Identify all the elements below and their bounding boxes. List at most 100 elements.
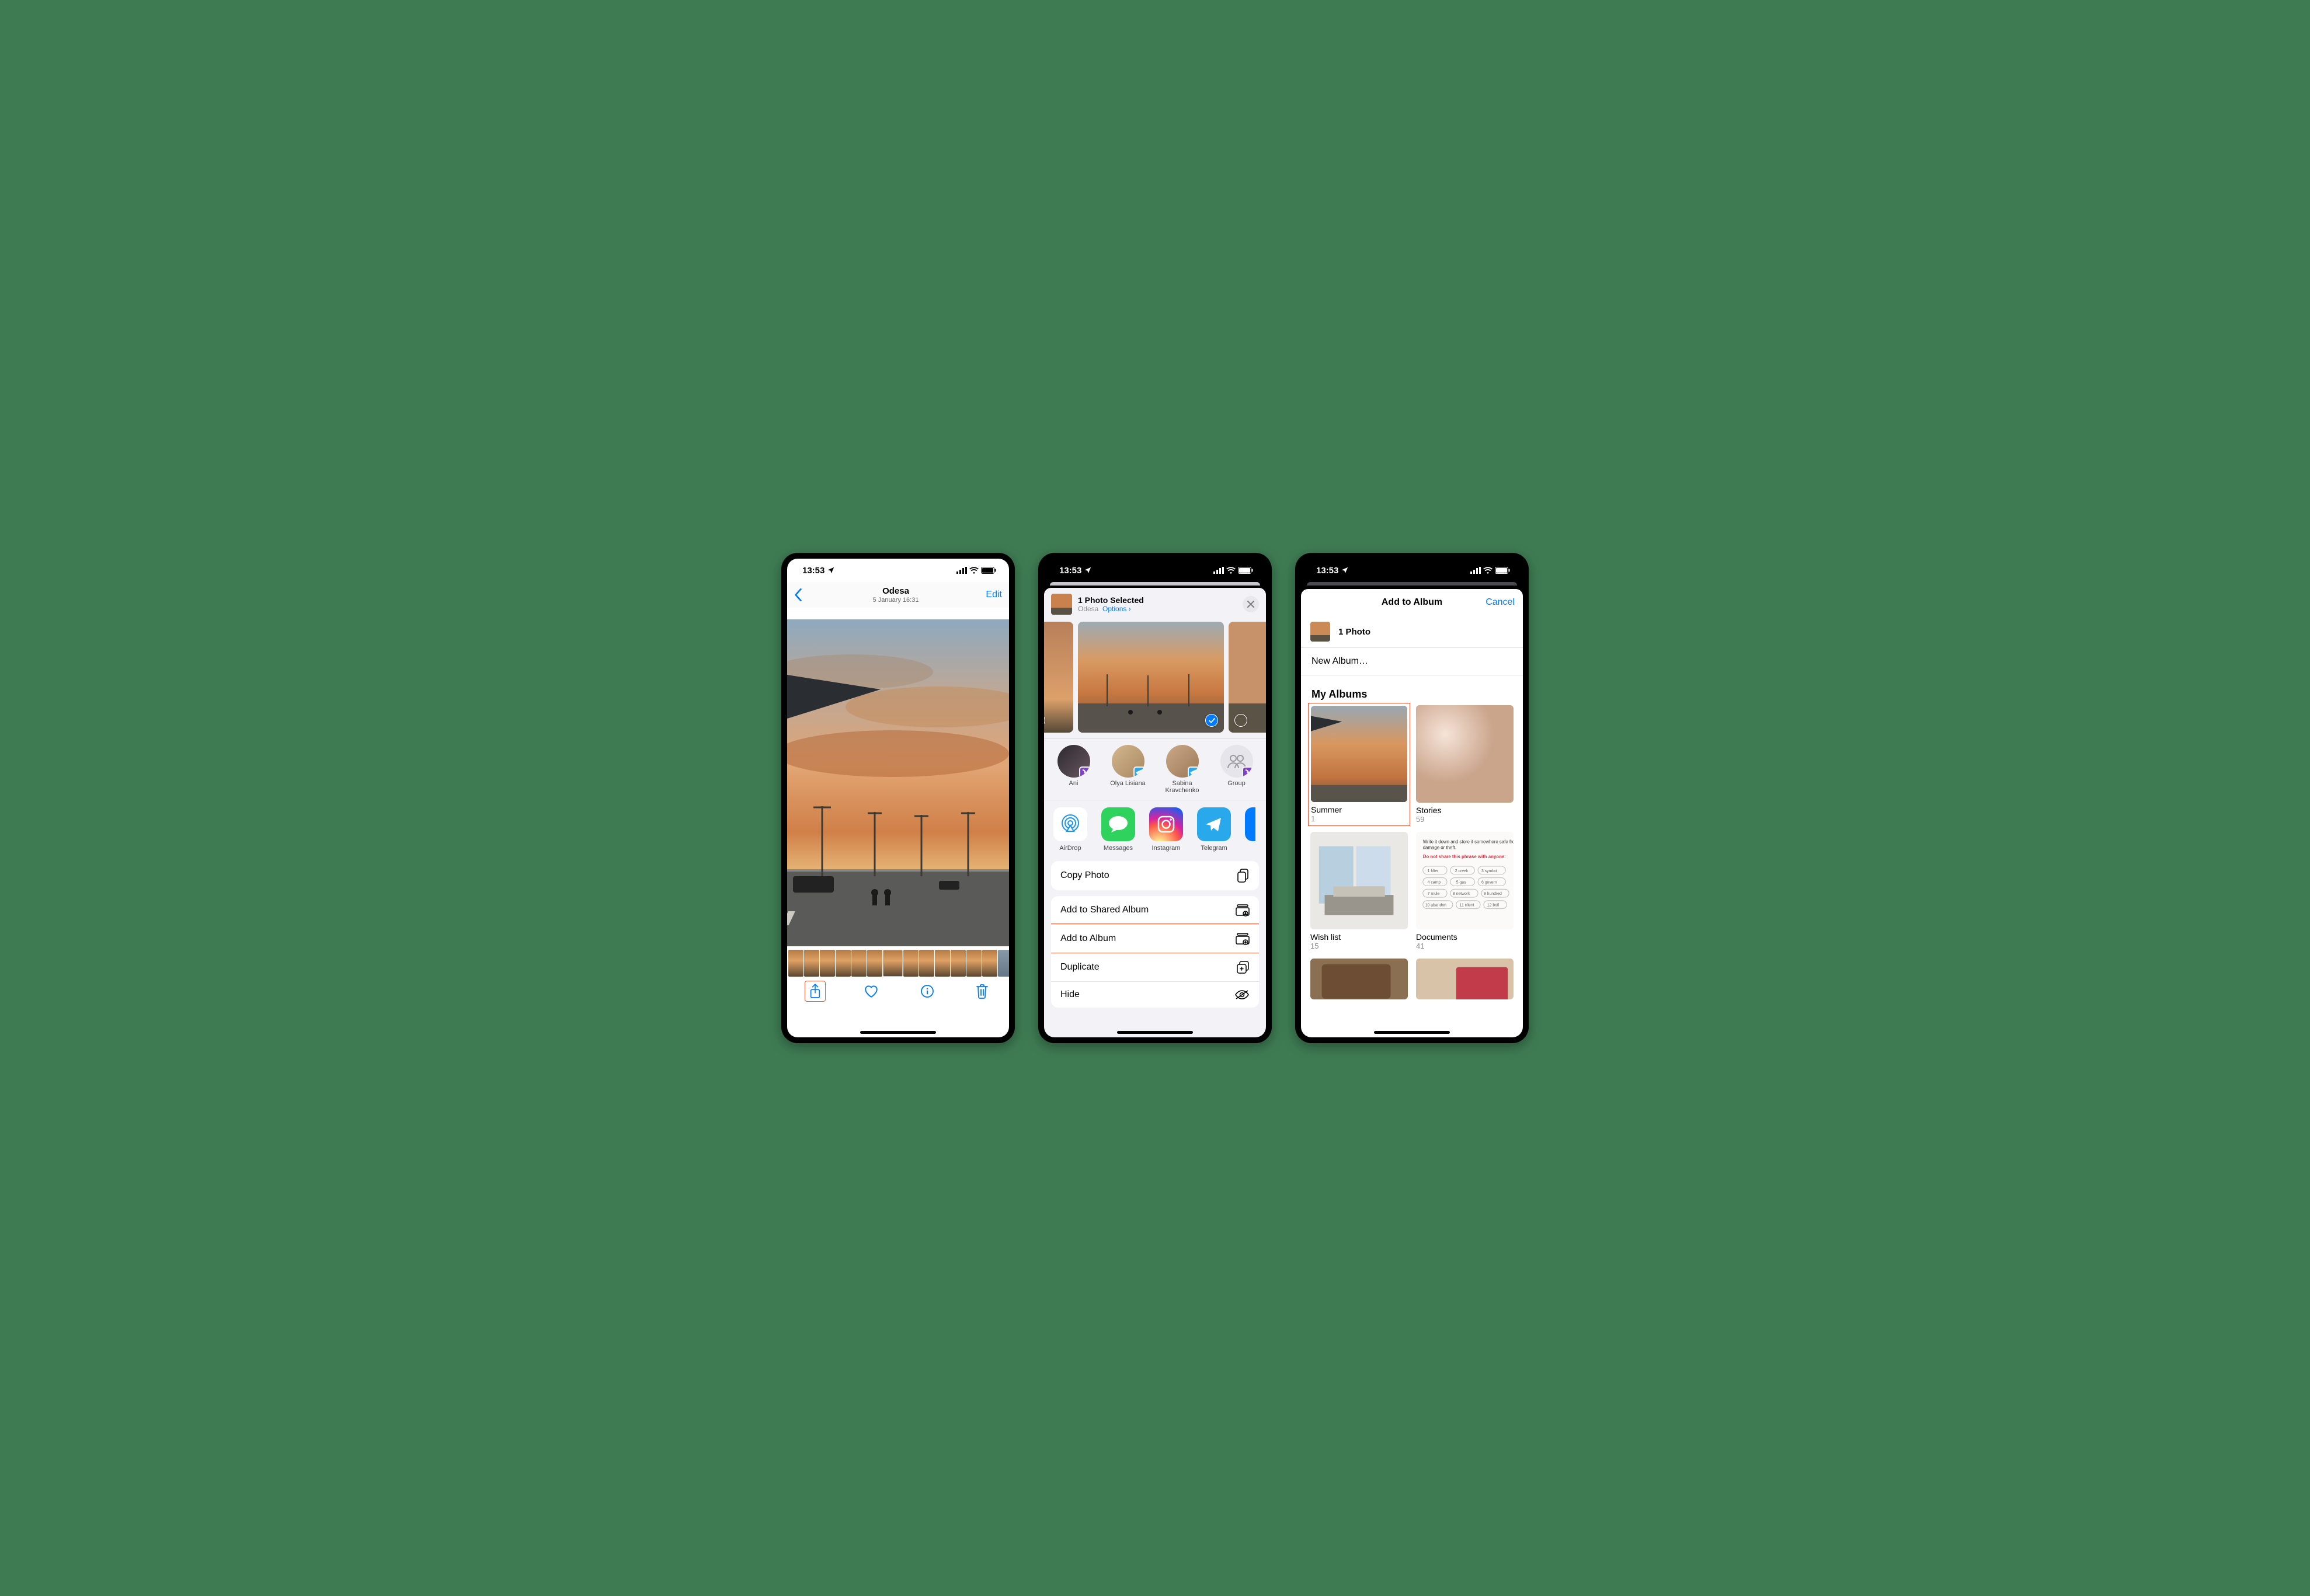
hide-icon [1234,989,1250,1000]
share-actions-group-2: Add to Shared Album Add to Album Duplica… [1051,896,1259,1008]
info-button[interactable] [917,982,938,1001]
nav-subtitle: 5 January 16:31 [813,597,979,604]
telegram-badge-icon [1133,766,1144,778]
share-subtitle-location: Odesa [1078,605,1098,613]
favorite-button[interactable] [860,982,882,1001]
new-album-button[interactable]: New Album… [1301,648,1523,675]
status-time: 13:53 [802,566,824,576]
action-copy-photo[interactable]: Copy Photo [1051,861,1259,890]
viber-badge-icon [1079,766,1090,778]
svg-text:damage or theft.: damage or theft. [1423,845,1456,850]
svg-text:10 abandon: 10 abandon [1425,904,1446,908]
status-time: 13:53 [1316,566,1338,576]
contact-ani[interactable]: Ani [1053,745,1094,794]
cell-signal-icon [1470,567,1481,574]
selected-photo [1078,622,1224,733]
battery-icon [981,567,996,574]
home-indicator[interactable] [1374,1031,1450,1034]
album-documents[interactable]: Write it down and store it somewhere saf… [1416,832,1514,950]
shared-album-icon [1236,904,1250,917]
check-icon [1209,718,1215,723]
close-button[interactable] [1243,596,1259,612]
share-options-button[interactable]: Options › [1102,605,1131,613]
album-partial-2[interactable] [1416,959,1514,999]
delete-button[interactable] [972,981,992,1001]
album-partial-1[interactable] [1310,959,1408,999]
share-button[interactable] [805,981,826,1002]
close-icon [1247,601,1254,608]
location-arrow-icon [1341,566,1349,574]
wifi-icon [969,567,979,574]
sheet-title: Add to Album [1344,597,1480,608]
svg-text:4 camp: 4 camp [1428,880,1441,884]
select-circle[interactable] [1234,714,1247,727]
airdrop-icon [1059,813,1082,836]
nav-bar: Odesa 5 January 16:31 Edit [787,582,1009,608]
nav-title: Odesa [813,586,979,596]
location-arrow-icon [827,566,835,574]
back-button[interactable] [794,588,813,601]
share-title: 1 Photo Selected [1078,595,1237,605]
share-apps-row[interactable]: AirDrop Messages Instagram [1044,800,1266,861]
selected-count-header: 1 Photo [1301,616,1523,648]
app-messages[interactable]: Messages [1101,807,1135,852]
app-instagram[interactable]: Instagram [1149,807,1183,852]
svg-text:3 symbol: 3 symbol [1481,869,1498,873]
add-album-icon [1236,932,1250,945]
svg-text:11 client: 11 client [1460,904,1474,908]
album-summer[interactable]: Summer 1 [1308,703,1410,826]
messages-icon [1107,814,1129,834]
app-more[interactable] [1245,807,1257,852]
home-indicator[interactable] [1117,1031,1193,1034]
edit-button[interactable]: Edit [979,590,1002,600]
viber-badge-icon [1242,766,1253,778]
svg-text:2 creek: 2 creek [1455,869,1469,873]
cancel-button[interactable]: Cancel [1480,597,1515,608]
trash-icon [976,984,989,999]
app-telegram[interactable]: Telegram [1197,807,1231,852]
photo-viewer[interactable] [787,619,1009,946]
status-time: 13:53 [1059,566,1081,576]
svg-text:9 hundred: 9 hundred [1484,892,1502,896]
wifi-icon [1226,567,1236,574]
contact-sabina[interactable]: Sabina Kravchenko [1162,745,1202,794]
share-icon [809,984,822,999]
action-add-to-album[interactable]: Add to Album [1051,924,1259,953]
instagram-icon [1156,814,1177,835]
album-wishlist[interactable]: Wish list 15 [1310,832,1408,950]
svg-text:8 network: 8 network [1453,892,1470,896]
action-add-shared-album[interactable]: Add to Shared Album [1051,896,1259,924]
svg-text:12 boil: 12 boil [1487,904,1500,908]
cell-signal-icon [956,567,967,574]
share-photo-strip[interactable] [1044,618,1266,738]
status-bar: 13:53 [787,559,1009,582]
contact-group[interactable]: Group [1216,745,1257,794]
album-stories[interactable]: Stories 59 [1416,705,1514,824]
photo-filmstrip[interactable] [787,950,1009,977]
svg-text:1 filter: 1 filter [1428,869,1439,873]
contact-olya[interactable]: Olya Lisiana [1108,745,1148,794]
share-contacts-row[interactable]: Ani Olya Lisiana Sabina Kravchenko [1044,739,1266,800]
phone-screenshot-1: 13:53 Odesa 5 January 16:31 Edit [781,553,1015,1043]
telegram-badge-icon [1188,766,1199,778]
status-bar: 13:53 [1044,559,1266,582]
albums-grid: Summer 1 Stories 59 [1301,705,1523,1011]
chevron-left-icon [794,588,802,601]
svg-text:6 govern: 6 govern [1481,880,1497,884]
svg-text:Write it down and store it som: Write it down and store it somewhere saf… [1423,839,1514,845]
copy-icon [1237,869,1250,883]
heart-icon [864,984,879,998]
app-airdrop[interactable]: AirDrop [1053,807,1087,852]
home-indicator[interactable] [860,1031,936,1034]
battery-icon [1238,567,1253,574]
share-preview-thumb [1051,594,1072,615]
action-hide[interactable]: Hide [1051,981,1259,1008]
status-bar: 13:53 [1301,559,1523,582]
action-duplicate[interactable]: Duplicate [1051,953,1259,981]
select-circle-checked[interactable] [1205,714,1218,727]
svg-text:7 mule: 7 mule [1428,892,1440,896]
svg-text:Do not share this phrase with: Do not share this phrase with anyone. [1423,854,1506,859]
location-arrow-icon [1084,566,1092,574]
photo-toolbar [787,977,1009,1006]
svg-text:5 gas: 5 gas [1456,880,1466,884]
